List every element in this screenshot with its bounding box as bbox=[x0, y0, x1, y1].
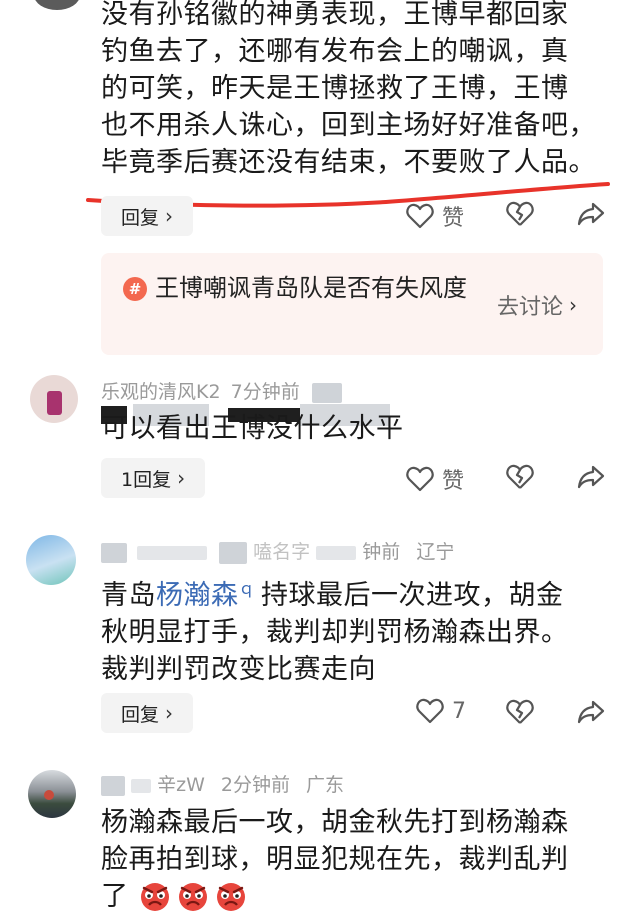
share-button[interactable] bbox=[577, 201, 605, 227]
chevron-right-icon: › bbox=[569, 293, 577, 317]
redacted-block bbox=[316, 545, 357, 560]
comment-line: 杨瀚森最后一攻，胡金秋先打到杨瀚森 bbox=[101, 807, 569, 838]
topic-title: 王博嘲讽青岛队是否有失风度 bbox=[155, 274, 467, 302]
reply-label: 1回复 bbox=[121, 468, 172, 491]
comment-meta: 辛zW 2分钟前 广东 bbox=[101, 770, 344, 797]
dislike-button[interactable] bbox=[506, 201, 534, 227]
redacted-block bbox=[137, 545, 208, 560]
comment-line: 的可笑，昨天是王博拯救了王博，王博 bbox=[101, 73, 569, 104]
dislike-button[interactable] bbox=[506, 464, 534, 490]
broken-heart-icon bbox=[506, 699, 534, 724]
broken-heart-icon bbox=[506, 464, 534, 489]
like-count: 7 bbox=[452, 698, 466, 724]
timestamp: 钟前 bbox=[362, 541, 401, 563]
timestamp: 2分钟前 bbox=[220, 774, 290, 796]
avatar[interactable] bbox=[26, 535, 76, 585]
comment-line: 裁判判罚改变比赛走向 bbox=[101, 654, 376, 685]
comment-line: 毕竟季后赛还没有结束，不要败了人品。 bbox=[101, 147, 596, 178]
comment-line: 了 bbox=[101, 878, 621, 914]
broken-heart-icon bbox=[506, 201, 534, 226]
discuss-link[interactable]: 去讨论 › bbox=[497, 289, 577, 321]
angry-emoji-icon bbox=[140, 883, 169, 911]
share-button[interactable] bbox=[577, 464, 605, 490]
timestamp: 7分钟前 bbox=[230, 381, 300, 403]
chevron-right-icon: › bbox=[177, 466, 186, 490]
location: 广东 bbox=[306, 774, 345, 796]
chevron-right-icon: › bbox=[165, 701, 174, 725]
comment-line: 秋明显打手，裁判却判罚杨瀚森出界。 bbox=[101, 617, 569, 648]
like-button[interactable]: 赞 bbox=[406, 200, 464, 232]
like-label: 赞 bbox=[442, 206, 465, 231]
hash-icon: # bbox=[123, 277, 147, 301]
redacted-block bbox=[101, 542, 127, 563]
comment-line: 也不用杀人诛心，回到主场好好准备吧， bbox=[101, 110, 596, 141]
like-label: 赞 bbox=[442, 469, 465, 494]
redacted-block bbox=[311, 382, 342, 403]
share-icon bbox=[577, 202, 605, 226]
username[interactable]: 辛zW bbox=[157, 774, 205, 796]
share-icon bbox=[577, 700, 605, 724]
share-icon bbox=[577, 465, 605, 489]
avatar[interactable] bbox=[34, 0, 80, 10]
reply-label: 回复 bbox=[121, 206, 160, 229]
comment-line: 钓鱼去了，还哪有发布会上的嘲讽，真 bbox=[101, 36, 569, 67]
topic-card[interactable]: # 王博嘲讽青岛队是否有失风度 去讨论 › bbox=[101, 253, 603, 355]
comment-line: 青岛杨瀚森ｑ 持球最后一次进攻，胡金 bbox=[101, 570, 621, 614]
redacted-block bbox=[101, 775, 125, 796]
comment-meta: 乐观的清风K2 7分钟前 bbox=[101, 377, 342, 404]
reply-label: 回复 bbox=[121, 703, 160, 726]
comment-text: 杨瀚森最后一攻，胡金秋先打到杨瀚森 脸再拍到球，明显犯规在先，裁判乱判 了 bbox=[101, 804, 621, 914]
comment-text: 青岛杨瀚森ｑ 持球最后一次进攻，胡金 秋明显打手，裁判却判罚杨瀚森出界。 裁判判罚… bbox=[101, 570, 621, 688]
angry-emoji-icon bbox=[178, 883, 207, 911]
angry-emoji-icon bbox=[216, 883, 245, 911]
share-button[interactable] bbox=[577, 699, 605, 725]
search-icon: ｑ bbox=[238, 579, 256, 598]
mention-link[interactable]: 杨瀚森 bbox=[156, 580, 239, 611]
comment-line: 没有孙铭徽的神勇表现，王博早都回家 bbox=[101, 0, 569, 30]
username[interactable]: 嗑名字 bbox=[253, 541, 310, 563]
like-button[interactable]: 赞 bbox=[406, 463, 464, 495]
avatar[interactable] bbox=[28, 770, 76, 818]
like-button[interactable]: 7 bbox=[416, 698, 466, 724]
heart-icon bbox=[406, 203, 434, 229]
comment-line: 脸再拍到球，明显犯规在先，裁判乱判 bbox=[101, 844, 569, 875]
comment-text: 可以看出王博没什么水平 bbox=[101, 413, 404, 444]
reply-button[interactable]: 1回复 › bbox=[101, 458, 206, 498]
redacted-block bbox=[131, 778, 152, 793]
avatar[interactable] bbox=[30, 375, 78, 423]
chevron-right-icon: › bbox=[165, 204, 174, 228]
location: 辽宁 bbox=[416, 541, 455, 563]
text-prefix: 青岛 bbox=[101, 580, 156, 611]
discuss-label: 去讨论 bbox=[496, 295, 563, 320]
comment-text: 没有孙铭徽的神勇表现，王博早都回家 钓鱼去了，还哪有发布会上的嘲讽，真 的可笑，… bbox=[101, 0, 621, 181]
redacted-block bbox=[219, 541, 248, 564]
dislike-button[interactable] bbox=[506, 699, 534, 725]
reply-button[interactable]: 回复 › bbox=[101, 693, 194, 733]
comment-meta: 嗑名字 钟前 辽宁 bbox=[101, 537, 454, 564]
heart-icon bbox=[416, 698, 444, 724]
comment-line-text: 了 bbox=[101, 881, 129, 912]
heart-icon bbox=[406, 466, 434, 492]
reply-button[interactable]: 回复 › bbox=[101, 196, 194, 236]
comment-line-text: 持球最后一次进攻，胡金 bbox=[261, 580, 564, 611]
username[interactable]: 乐观的清风K2 bbox=[101, 381, 221, 403]
